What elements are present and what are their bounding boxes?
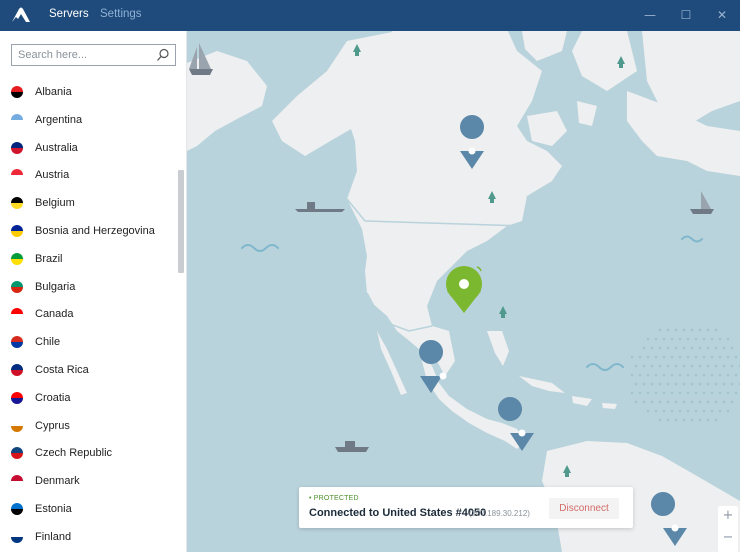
sidebar-scrollbar[interactable] <box>178 170 184 273</box>
flag-icon <box>11 391 23 404</box>
country-item[interactable]: Austria <box>0 162 176 189</box>
flag-icon <box>11 447 23 460</box>
country-name: Estonia <box>35 503 72 515</box>
country-name: Bulgaria <box>35 280 76 293</box>
map-graphic <box>187 31 740 552</box>
flag-icon <box>11 503 23 515</box>
country-item[interactable]: Canada <box>0 301 176 328</box>
protected-label: • PROTECTED <box>309 495 359 502</box>
flag-icon <box>11 364 23 376</box>
connection-status-card: • PROTECTED Connected to United States #… <box>299 487 633 528</box>
disconnect-button[interactable]: Disconnect <box>549 498 619 519</box>
country-item[interactable]: Argentina <box>0 107 176 134</box>
country-item[interactable]: Albania <box>0 79 176 106</box>
country-name: Brazil <box>35 252 63 265</box>
country-item[interactable]: Costa Rica <box>0 357 176 384</box>
country-name: Australia <box>35 141 78 154</box>
nordvpn-logo <box>12 7 30 22</box>
country-name: Austria <box>35 169 70 182</box>
country-name: Cyprus <box>35 419 70 432</box>
flag-icon <box>11 197 23 210</box>
flag-icon <box>11 419 23 432</box>
country-name: Denmark <box>35 475 80 488</box>
world-map[interactable] <box>187 31 740 552</box>
country-item[interactable]: Bosnia and Herzegovina <box>0 218 176 245</box>
country-name: Albania <box>35 86 72 98</box>
zoom-out-button[interactable]: − <box>718 530 738 545</box>
flag-icon <box>11 141 23 154</box>
country-name: Belgium <box>35 197 75 210</box>
flag-icon <box>11 113 23 126</box>
ip-address: (207.189.30.212) <box>469 509 530 518</box>
zoom-in-button[interactable]: + <box>718 508 738 523</box>
flag-icon <box>11 169 23 182</box>
tab-settings[interactable]: Settings <box>100 8 142 20</box>
country-name: Finland <box>35 530 72 543</box>
minimize-button[interactable]: — <box>642 7 658 23</box>
country-name: Croatia <box>35 391 71 404</box>
country-item[interactable]: Cyprus <box>0 413 176 440</box>
search-icon[interactable] <box>156 48 170 62</box>
flag-icon <box>11 475 23 488</box>
country-name: Costa Rica <box>35 364 89 376</box>
country-item[interactable]: Belgium <box>0 190 176 217</box>
server-sidebar: Albania Argentina Australia Austria Belgium B… <box>0 31 187 552</box>
flag-icon <box>11 530 23 543</box>
flag-icon <box>11 336 23 349</box>
search-box <box>11 44 176 66</box>
flag-icon <box>11 308 23 321</box>
country-name: Chile <box>35 336 61 349</box>
flag-icon <box>11 252 23 265</box>
search-input[interactable] <box>12 45 152 65</box>
country-item[interactable]: Croatia <box>0 385 176 412</box>
maximize-button[interactable]: ☐ <box>678 7 694 23</box>
flag-icon <box>11 280 23 293</box>
flag-icon <box>11 86 23 98</box>
country-item[interactable]: Estonia <box>0 496 176 523</box>
flag-icon <box>11 225 23 237</box>
country-item[interactable]: Bulgaria <box>0 274 176 301</box>
country-item[interactable]: Czech Republic <box>0 440 176 467</box>
connected-server-text: Connected to United States #4050 <box>309 507 487 519</box>
title-bar: Servers Settings — ☐ ✕ <box>0 0 740 31</box>
country-item[interactable]: Finland <box>0 524 176 551</box>
country-name: Canada <box>35 308 74 321</box>
country-item[interactable]: Australia <box>0 135 176 162</box>
country-name: Argentina <box>35 113 83 126</box>
country-name: Bosnia and Herzegovina <box>35 225 155 237</box>
zoom-controls: + − <box>718 506 738 552</box>
country-item[interactable]: Chile <box>0 329 176 356</box>
country-item[interactable]: Denmark <box>0 468 176 495</box>
country-name: Czech Republic <box>35 447 113 460</box>
tab-servers[interactable]: Servers <box>49 8 89 20</box>
country-item[interactable]: Brazil <box>0 246 176 273</box>
close-button[interactable]: ✕ <box>714 7 730 23</box>
